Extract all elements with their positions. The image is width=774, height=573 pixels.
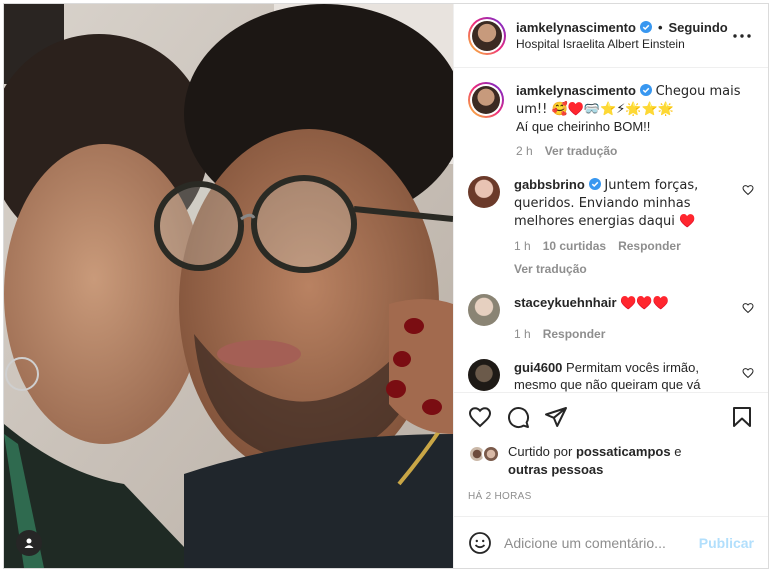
comment-icon[interactable] [506,405,530,429]
liked-by-avatars[interactable] [468,443,504,463]
post-location[interactable]: Hospital Israelita Albert Einstein [516,36,730,53]
emoji-icon[interactable] [468,531,492,555]
comment-username[interactable]: staceykuehnhair [514,295,617,310]
comment-like-icon[interactable] [742,367,754,379]
user-icon [24,538,34,548]
comment-reply-button[interactable]: Responder [543,326,606,343]
publish-button[interactable]: Publicar [699,535,754,551]
comment-input[interactable]: Adicione um comentário... [504,535,699,551]
commenter-avatar[interactable] [468,359,500,391]
comment-time[interactable]: 1 h [514,238,531,255]
post-photo[interactable] [4,4,453,568]
following-button[interactable]: Seguindo [669,19,728,36]
post-dialog: iamkelynascimento • Seguindo Hospital Is… [3,3,769,569]
more-options-icon[interactable] [730,24,754,48]
author-username[interactable]: iamkelynascimento [516,19,636,36]
comment-username[interactable]: gabbsbrino [514,177,585,192]
comment-like-icon[interactable] [742,184,754,196]
comment-item: staceykuehnhair ♥️♥️♥️ 1 h Responder [468,294,754,343]
verified-icon [639,84,652,96]
post-sidebar: iamkelynascimento • Seguindo Hospital Is… [453,4,768,568]
liked-by-conj: e [674,444,682,459]
commenter-avatar[interactable] [468,294,500,326]
comment-reply-button[interactable]: Responder [618,238,681,255]
caption-time[interactable]: 2 h [516,143,533,160]
comments-list: iamkelynascimento Chegou mais um!! 🥰♥️🥽⭐… [454,68,768,392]
caption-translate-link[interactable]: Ver tradução [545,143,618,160]
comment-text: ♥️♥️♥️ [620,296,669,311]
comment-time[interactable]: 1 h [514,326,531,343]
comment-translate-link[interactable]: Ver tradução [514,261,730,278]
commenter-avatar[interactable] [468,176,500,208]
liked-by: Curtido por possaticampos e outras pesso… [468,443,754,479]
comment-likes-count[interactable]: 10 curtidas [543,238,606,255]
author-avatar[interactable] [468,16,506,55]
separator-dot: • [657,19,663,35]
comment-username[interactable]: gui4600 [514,360,562,375]
save-icon[interactable] [730,405,754,429]
post-actions: Curtido por possaticampos e outras pesso… [454,392,768,516]
comment-item: gabbsbrino Juntem forças, queridos. Envi… [468,176,754,278]
tagged-users-button[interactable] [16,530,42,556]
caption-avatar[interactable] [468,82,504,118]
share-icon[interactable] [544,405,568,429]
liked-by-others[interactable]: outras pessoas [508,462,603,477]
add-comment-bar: Adicione um comentário... Publicar [454,516,768,568]
verified-icon [588,178,601,190]
caption-username[interactable]: iamkelynascimento [516,83,636,98]
comment-item: gui4600 Permitam vocês irmão, mesmo que … [468,359,754,392]
like-icon[interactable] [468,405,492,429]
liked-by-prefix: Curtido por [508,444,573,459]
post-image [4,4,453,568]
liked-by-user[interactable]: possaticampos [576,444,671,459]
comment-like-icon[interactable] [742,302,754,314]
verified-icon [639,21,652,33]
post-timestamp[interactable]: HÁ 2 HORAS [468,491,754,502]
caption-text-line2: Aí que cheirinho BOM!! [516,119,651,134]
post-header: iamkelynascimento • Seguindo Hospital Is… [454,4,768,68]
caption: iamkelynascimento Chegou mais um!! 🥰♥️🥽⭐… [468,82,754,160]
